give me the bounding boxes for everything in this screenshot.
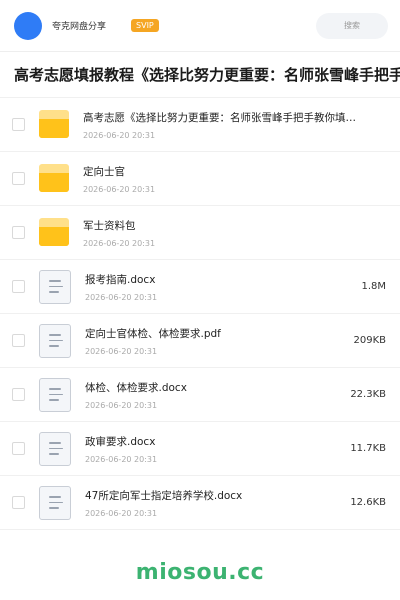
file-size: 22.3KB xyxy=(350,389,386,400)
file-date: 2026-06-20 20:31 xyxy=(85,508,158,518)
header: 夸克网盘分享 SVIP 搜索 xyxy=(0,0,400,52)
file-row[interactable]: 高考志愿《选择比努力更重要：名师张雪峰手把手教你填… 2026-06-20 20… xyxy=(0,98,400,152)
document-icon xyxy=(39,269,71,304)
file-size: 1.8M xyxy=(361,281,386,292)
file-size: 209KB xyxy=(353,335,386,346)
file-name: 军士资料包 xyxy=(83,219,136,232)
user-name: 夸克网盘分享 xyxy=(52,22,107,32)
file-list: 高考志愿《选择比努力更重要：名师张雪峰手把手教你填… 2026-06-20 20… xyxy=(0,98,400,530)
file-name: 定向士官体检、体检要求.pdf xyxy=(85,327,221,340)
checkbox[interactable] xyxy=(12,280,25,293)
title-bar: 高考志愿填报教程《选择比努力更重要：名师张雪峰手把手 xyxy=(0,52,400,98)
file-date: 2026-06-20 20:31 xyxy=(85,454,158,464)
file-date: 2026-06-20 20:31 xyxy=(83,130,156,140)
svip-badge: SVIP xyxy=(131,19,159,32)
folder-icon xyxy=(39,109,69,140)
file-info: 政审要求.docx 2026-06-20 20:31 xyxy=(85,434,340,464)
file-info: 定向士官 2026-06-20 20:31 xyxy=(83,164,386,194)
page-title: 高考志愿填报教程《选择比努力更重要：名师张雪峰手把手 xyxy=(14,66,400,84)
search-input[interactable]: 搜索 xyxy=(316,12,388,39)
document-icon xyxy=(39,431,71,466)
folder-icon xyxy=(39,163,69,194)
document-icon xyxy=(39,377,71,412)
checkbox[interactable] xyxy=(12,334,25,347)
file-date: 2026-06-20 20:31 xyxy=(85,400,158,410)
watermark: miosou.cc xyxy=(135,560,265,585)
file-name: 定向士官 xyxy=(83,165,125,178)
document-icon xyxy=(39,485,71,520)
file-info: 体检、体检要求.docx 2026-06-20 20:31 xyxy=(85,380,340,410)
file-row[interactable]: 报考指南.docx 2026-06-20 20:31 1.8M xyxy=(0,260,400,314)
file-date: 2026-06-20 20:31 xyxy=(85,346,158,356)
file-name: 47所定向军士指定培养学校.docx xyxy=(85,489,243,502)
file-name: 政审要求.docx xyxy=(85,435,156,448)
checkbox[interactable] xyxy=(12,172,25,185)
file-info: 报考指南.docx 2026-06-20 20:31 xyxy=(85,272,351,302)
document-icon xyxy=(39,323,71,358)
file-date: 2026-06-20 20:31 xyxy=(85,292,158,302)
file-name: 报考指南.docx xyxy=(85,273,156,286)
file-row[interactable]: 47所定向军士指定培养学校.docx 2026-06-20 20:31 12.6… xyxy=(0,476,400,530)
file-size: 12.6KB xyxy=(350,497,386,508)
file-row[interactable]: 体检、体检要求.docx 2026-06-20 20:31 22.3KB xyxy=(0,368,400,422)
checkbox[interactable] xyxy=(12,388,25,401)
file-info: 军士资料包 2026-06-20 20:31 xyxy=(83,218,386,248)
file-info: 47所定向军士指定培养学校.docx 2026-06-20 20:31 xyxy=(85,488,340,518)
checkbox[interactable] xyxy=(12,118,25,131)
file-row[interactable]: 政审要求.docx 2026-06-20 20:31 11.7KB xyxy=(0,422,400,476)
file-date: 2026-06-20 20:31 xyxy=(83,184,156,194)
file-name: 体检、体检要求.docx xyxy=(85,381,187,394)
file-row[interactable]: 军士资料包 2026-06-20 20:31 xyxy=(0,206,400,260)
file-date: 2026-06-20 20:31 xyxy=(83,238,156,248)
folder-icon xyxy=(39,217,69,248)
file-row[interactable]: 定向士官体检、体检要求.pdf 2026-06-20 20:31 209KB xyxy=(0,314,400,368)
file-row[interactable]: 定向士官 2026-06-20 20:31 xyxy=(0,152,400,206)
file-name: 高考志愿《选择比努力更重要：名师张雪峰手把手教你填… xyxy=(83,111,356,124)
file-size: 11.7KB xyxy=(350,443,386,454)
checkbox[interactable] xyxy=(12,442,25,455)
avatar[interactable] xyxy=(14,11,42,40)
checkbox[interactable] xyxy=(12,496,25,509)
file-info: 定向士官体检、体检要求.pdf 2026-06-20 20:31 xyxy=(85,326,343,356)
checkbox[interactable] xyxy=(12,226,25,239)
file-info: 高考志愿《选择比努力更重要：名师张雪峰手把手教你填… 2026-06-20 20… xyxy=(83,110,386,140)
